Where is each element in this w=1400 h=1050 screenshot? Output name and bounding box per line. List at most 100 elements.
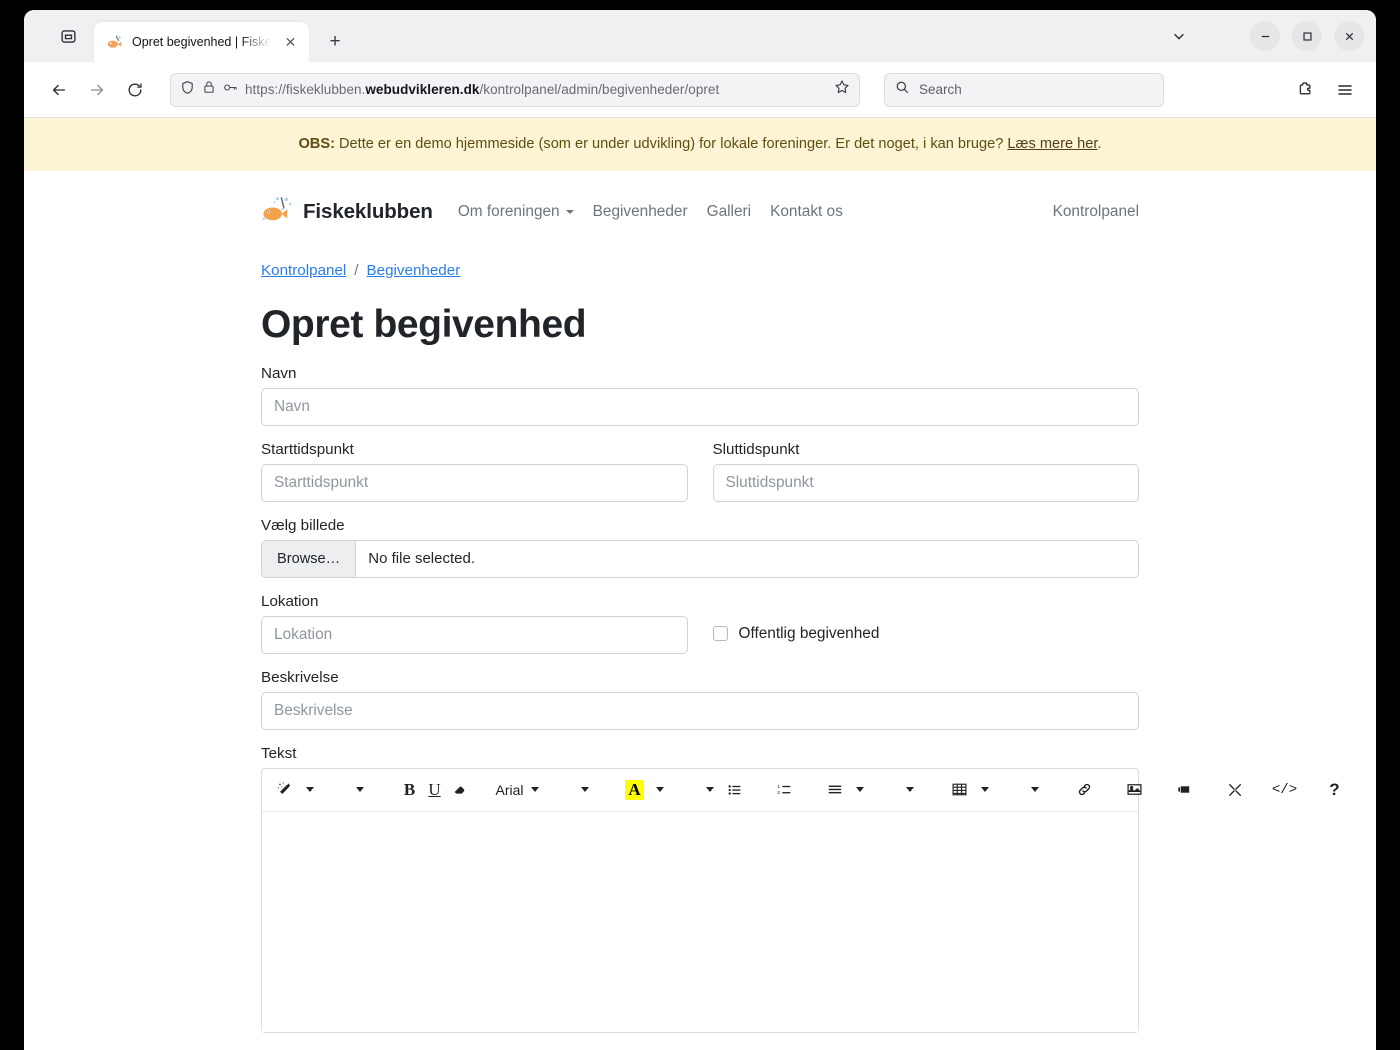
- url-text[interactable]: https://fiskeklubben.webudvikleren.dk/ko…: [245, 82, 827, 97]
- nav-item-kontakt-os[interactable]: Kontakt os: [770, 203, 843, 221]
- fish-logo-icon: [261, 195, 294, 230]
- svg-text:2: 2: [777, 790, 780, 796]
- magic-wand-icon[interactable]: [272, 775, 297, 805]
- nav-item-kontrolpanel[interactable]: Kontrolpanel: [1053, 203, 1139, 220]
- browser-window: Opret begivenhed | Fiske ✕ + https://fis…: [24, 10, 1376, 1050]
- key-icon[interactable]: [223, 80, 238, 100]
- link-icon[interactable]: [1072, 775, 1097, 805]
- nav-right: Kontrolpanel: [1053, 203, 1139, 221]
- label-navn: Navn: [261, 364, 297, 382]
- ordered-list-icon[interactable]: 1 2: [772, 775, 797, 805]
- align-icon[interactable]: [822, 775, 847, 805]
- main-navigation: Om foreningen Begivenheder Galleri Konta…: [458, 203, 843, 221]
- fish-favicon: [106, 34, 123, 51]
- label-beskrivelse: Beskrivelse: [261, 668, 339, 686]
- offentlig-checkbox[interactable]: [712, 626, 728, 642]
- format-block-dropdown-icon[interactable]: [347, 775, 372, 805]
- line-height-dropdown-icon[interactable]: [897, 775, 922, 805]
- file-input[interactable]: Browse… No file selected.: [261, 539, 1139, 578]
- code-view-icon[interactable]: </>: [1272, 775, 1297, 805]
- nav-item-galleri[interactable]: Galleri: [707, 203, 751, 221]
- table-options-dropdown-icon[interactable]: [1022, 775, 1047, 805]
- unordered-list-icon[interactable]: [722, 775, 747, 805]
- breadcrumb-kontrolpanel[interactable]: Kontrolpanel: [261, 262, 346, 279]
- font-name-chevron-down-icon[interactable]: [522, 775, 547, 805]
- page-viewport: OBS: Dette er en demo hjemmeside (som er…: [24, 118, 1376, 1050]
- nav-item-om-foreningen[interactable]: Om foreningen: [458, 203, 574, 221]
- label-starttidspunkt: Starttidspunkt: [261, 440, 354, 458]
- field-group-navn: Navn: [261, 365, 1139, 426]
- breadcrumb-begivenheder[interactable]: Begivenheder: [367, 262, 461, 279]
- sluttidspunkt-input[interactable]: [712, 463, 1139, 502]
- svg-text:1: 1: [777, 784, 780, 790]
- browser-tab[interactable]: Opret begivenhed | Fiske ✕: [94, 22, 309, 62]
- search-input[interactable]: Search: [919, 82, 962, 97]
- field-group-lokation: Lokation Offentlig begivenhed: [261, 593, 1139, 654]
- toolbar-right-controls: [1288, 73, 1362, 107]
- notice-suffix: .: [1097, 136, 1102, 152]
- underline-icon[interactable]: U: [422, 775, 447, 805]
- notice-link[interactable]: Læs mere her: [1007, 136, 1097, 152]
- back-arrow-icon[interactable]: [42, 73, 76, 107]
- nav-item-begivenheder[interactable]: Begivenheder: [593, 203, 688, 221]
- bold-icon[interactable]: B: [397, 775, 422, 805]
- minimize-icon[interactable]: [1250, 21, 1280, 51]
- chevron-down-icon: [565, 210, 574, 215]
- reload-icon[interactable]: [118, 73, 152, 107]
- field-group-tekst: Tekst B U Arial A 1 2 </> ?: [261, 745, 1340, 1033]
- firefox-view-icon[interactable]: [52, 20, 84, 52]
- field-group-beskrivelse: Beskrivelse: [261, 669, 1139, 730]
- list-dropdown-chevron-icon[interactable]: [697, 775, 722, 805]
- lock-icon[interactable]: [202, 80, 216, 99]
- brand-name: Fiskeklubben: [303, 200, 433, 224]
- align-chevron-down-icon[interactable]: [847, 775, 872, 805]
- extensions-icon[interactable]: [1288, 73, 1322, 107]
- starttidspunkt-input[interactable]: [261, 463, 688, 502]
- site-brand[interactable]: Fiskeklubben: [261, 195, 433, 230]
- close-window-icon[interactable]: [1334, 21, 1364, 51]
- tab-close-icon[interactable]: ✕: [280, 32, 300, 52]
- browser-toolbar: https://fiskeklubben.webudvikleren.dk/ko…: [24, 62, 1376, 118]
- video-icon[interactable]: [1172, 775, 1197, 805]
- shield-icon[interactable]: [180, 80, 195, 100]
- search-bar[interactable]: Search: [884, 72, 1164, 107]
- search-icon: [895, 80, 910, 100]
- file-status-text: No file selected.: [368, 550, 475, 568]
- lokation-input[interactable]: [261, 615, 688, 654]
- tab-strip: Opret begivenhed | Fiske ✕ +: [24, 10, 1376, 62]
- navn-input[interactable]: [261, 387, 1139, 426]
- label-lokation: Lokation: [261, 592, 319, 610]
- rich-text-editor: B U Arial A 1 2 </> ?: [261, 767, 1340, 1033]
- forward-arrow-icon[interactable]: [80, 73, 114, 107]
- editor-content-area[interactable]: [262, 811, 1138, 1032]
- beskrivelse-input[interactable]: [261, 691, 1139, 730]
- magic-wand-dropdown-icon[interactable]: [297, 775, 322, 805]
- editor-toolbar: B U Arial A 1 2 </> ?: [262, 769, 1340, 812]
- table-icon[interactable]: [947, 775, 972, 805]
- image-icon[interactable]: [1122, 775, 1147, 805]
- breadcrumb-separator: /: [354, 261, 359, 279]
- maximize-icon[interactable]: [1292, 21, 1322, 51]
- offentlig-checkbox-label[interactable]: Offentlig begivenhed: [739, 625, 880, 643]
- star-icon[interactable]: [834, 79, 850, 100]
- demo-notice-banner: OBS: Dette er en demo hjemmeside (som er…: [24, 118, 1376, 171]
- hamburger-menu-icon[interactable]: [1328, 73, 1362, 107]
- help-icon[interactable]: ?: [1322, 775, 1347, 805]
- nav-label: Om foreningen: [457, 203, 560, 221]
- page-title: Opret begivenhed: [261, 302, 587, 346]
- breadcrumb: Kontrolpanel / Begivenheder: [261, 244, 1139, 279]
- window-controls: [1162, 10, 1370, 62]
- label-sluttidspunkt: Sluttidspunkt: [712, 440, 800, 458]
- font-color-chevron-down-icon[interactable]: [647, 775, 672, 805]
- font-name-dropdown[interactable]: Arial: [496, 775, 524, 805]
- browse-button[interactable]: Browse…: [262, 540, 357, 577]
- fullscreen-icon[interactable]: [1222, 775, 1247, 805]
- chevron-down-icon[interactable]: [1162, 19, 1196, 53]
- field-group-tidspunkt: Starttidspunkt Sluttidspunkt: [261, 441, 1139, 502]
- font-color-icon[interactable]: A: [622, 775, 647, 805]
- url-bar[interactable]: https://fiskeklubben.webudvikleren.dk/ko…: [170, 72, 860, 107]
- new-tab-button[interactable]: +: [319, 26, 351, 58]
- eraser-icon[interactable]: [447, 775, 472, 805]
- font-size-dropdown-icon[interactable]: [572, 775, 597, 805]
- table-chevron-down-icon[interactable]: [972, 775, 997, 805]
